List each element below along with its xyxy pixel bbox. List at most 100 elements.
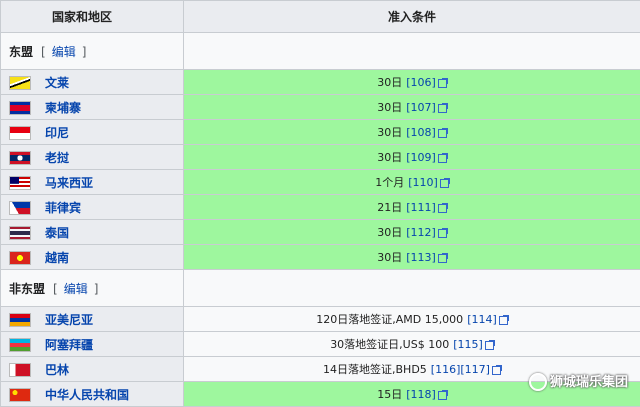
laos-flag [9,151,31,165]
country-link[interactable]: 马来西亚 [45,176,93,190]
country-cell: 老挝 [0,144,184,170]
external-link-icon[interactable] [498,314,509,325]
condition-text: 30日 [377,226,403,239]
country-cell: 亚美尼亚 [0,306,184,332]
bahrain-flag [9,363,31,377]
section-empty-cell [183,32,640,70]
section-title: 非东盟 [9,281,46,296]
external-link-icon[interactable] [437,127,448,138]
visa-table: 国家和地区 准入条件 东盟[编辑] 文莱 30日 [106] 柬埔寨 30日 [107] 印尼… [0,0,640,407]
condition-text: 1个月 [375,176,405,189]
condition-text: 120日落地签证,AMD 15,000 [316,313,464,326]
edit-section-link[interactable]: [ 编辑] [53,282,98,296]
external-link-icon[interactable] [437,77,448,88]
country-link[interactable]: 文莱 [45,76,69,90]
section-empty-cell [183,269,640,307]
section-title: 东盟 [9,44,34,59]
reference-link[interactable]: [114] [467,313,497,326]
reference-link[interactable]: [113] [406,251,436,264]
column-header-country[interactable]: 国家和地区 [0,0,184,33]
condition-cell: 30落地签证日,US$ 100 [115] [183,331,640,357]
country-cell: 巴林 [0,356,184,382]
country-link[interactable]: 中华人民共和国 [45,388,129,402]
column-header-condition[interactable]: 准入条件 [183,0,640,33]
condition-cell: 21日 [111] [183,194,640,220]
malaysia-flag [9,176,31,190]
edit-bracket-open: [ [53,281,58,296]
external-link-icon[interactable] [437,227,448,238]
table-row: 阿塞拜疆 30落地签证日,US$ 100 [115] [0,331,640,357]
brunei-flag [9,76,31,90]
country-cell: 越南 [0,244,184,270]
external-link-icon[interactable] [484,339,495,350]
country-link[interactable]: 亚美尼亚 [45,313,93,327]
edit-bracket-close: ] [93,281,99,296]
section-header-row: 非东盟 [ 编辑] [0,269,640,307]
country-link[interactable]: 泰国 [45,226,69,240]
edit-bracket-open: [ [41,44,46,59]
country-link[interactable]: 印尼 [45,126,69,140]
reference-link[interactable]: [116][117] [431,363,490,376]
country-cell: 柬埔寨 [0,94,184,120]
watermark: 狮城瑞乐集团 [528,371,628,391]
table-row: 马来西亚 1个月 [110] [0,169,640,195]
section-heading: 非东盟 [ 编辑] [0,269,184,307]
edit-bracket-close: ] [81,44,87,59]
reference-link[interactable]: [111] [406,201,436,214]
condition-text: 30日 [377,101,403,114]
reference-link[interactable]: [109] [406,151,436,164]
condition-text: 30日 [377,151,403,164]
table-row: 柬埔寨 30日 [107] [0,94,640,120]
external-link-icon[interactable] [437,202,448,213]
external-link-icon[interactable] [437,389,448,400]
condition-cell: 120日落地签证,AMD 15,000 [114] [183,306,640,332]
wechat-icon [528,373,547,391]
section-heading: 东盟 [ 编辑] [0,32,184,70]
edit-link-text[interactable]: 编辑 [52,45,76,59]
country-link[interactable]: 老挝 [45,151,69,165]
azerbaijan-flag [9,338,31,352]
reference-link[interactable]: [115] [453,338,483,351]
external-link-icon[interactable] [437,252,448,263]
reference-link[interactable]: [118] [406,388,436,401]
external-link-icon[interactable] [437,152,448,163]
reference-link[interactable]: [106] [406,76,436,89]
condition-text: 30日 [377,76,403,89]
condition-text: 30日 [377,251,403,264]
country-link[interactable]: 阿塞拜疆 [45,338,93,352]
condition-text: 21日 [377,201,403,214]
edit-link-text[interactable]: 编辑 [64,282,88,296]
country-cell: 菲律宾 [0,194,184,220]
condition-cell: 30日 [112] [183,219,640,245]
table-row: 文莱 30日 [106] [0,69,640,95]
country-cell: 阿塞拜疆 [0,331,184,357]
external-link-icon[interactable] [491,364,502,375]
reference-link[interactable]: [110] [408,176,438,189]
indonesia-flag [9,126,31,140]
country-link[interactable]: 菲律宾 [45,201,81,215]
external-link-icon[interactable] [437,102,448,113]
reference-link[interactable]: [107] [406,101,436,114]
condition-cell: 30日 [107] [183,94,640,120]
section-header-row: 东盟 [ 编辑] [0,32,640,70]
condition-cell: 1个月 [110] [183,169,640,195]
china-flag [9,388,31,402]
condition-cell: 30日 [106] [183,69,640,95]
country-link[interactable]: 越南 [45,251,69,265]
edit-section-link[interactable]: [ 编辑] [41,45,86,59]
external-link-icon[interactable] [439,177,450,188]
condition-text: 14日落地签证,BHD5 [323,363,427,376]
table-row: 泰国 30日 [112] [0,219,640,245]
table-header-row: 国家和地区 准入条件 [0,0,640,33]
country-link[interactable]: 巴林 [45,363,69,377]
country-cell: 印尼 [0,119,184,145]
country-cell: 马来西亚 [0,169,184,195]
table-row: 老挝 30日 [109] [0,144,640,170]
condition-text: 30落地签证日,US$ 100 [330,338,450,351]
country-link[interactable]: 柬埔寨 [45,101,81,115]
reference-link[interactable]: [112] [406,226,436,239]
condition-cell: 30日 [108] [183,119,640,145]
condition-cell: 30日 [113] [183,244,640,270]
philippines-flag [9,201,31,215]
reference-link[interactable]: [108] [406,126,436,139]
